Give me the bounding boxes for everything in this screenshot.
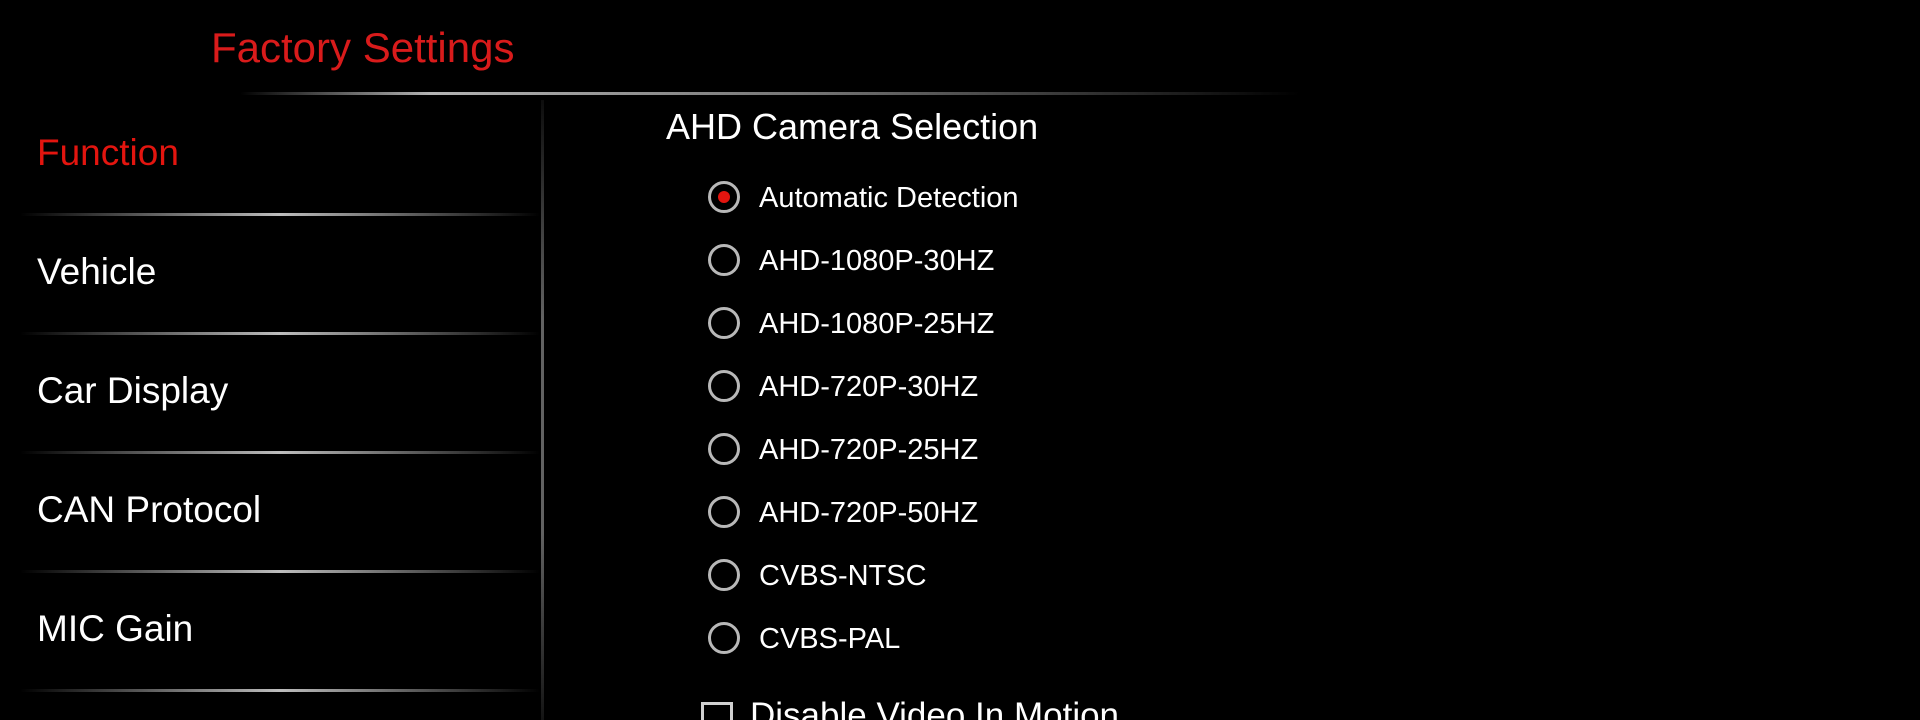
radio-option-ahd-1080p-30hz[interactable]: AHD-1080P-30HZ bbox=[706, 238, 1306, 290]
sidebar-vertical-divider bbox=[541, 100, 544, 720]
sidebar-item-mic-gain[interactable]: MIC Gain bbox=[0, 574, 540, 692]
sidebar-item-label: Function bbox=[37, 132, 179, 173]
sidebar-item-label: MIC Gain bbox=[37, 608, 194, 649]
sidebar-item-can-protocol[interactable]: CAN Protocol bbox=[0, 455, 540, 573]
radio-selected-icon[interactable] bbox=[708, 181, 740, 213]
radio-option-cvbs-pal[interactable]: CVBS-PAL bbox=[706, 616, 1306, 668]
radio-option-label: CVBS-PAL bbox=[759, 623, 901, 655]
page-title: Factory Settings bbox=[211, 24, 515, 71]
radio-option-label: AHD-1080P-25HZ bbox=[759, 308, 995, 340]
radio-option-label: AHD-720P-30HZ bbox=[759, 371, 979, 403]
radio-option-ahd-720p-50hz[interactable]: AHD-720P-50HZ bbox=[706, 490, 1306, 542]
radio-dot-icon bbox=[718, 191, 730, 203]
radio-unselected-icon[interactable] bbox=[708, 622, 740, 654]
radio-option-label: AHD-1080P-30HZ bbox=[759, 245, 995, 277]
radio-unselected-icon[interactable] bbox=[708, 307, 740, 339]
radio-option-automatic-detection[interactable]: Automatic Detection bbox=[706, 175, 1306, 227]
sidebar-item-car-display[interactable]: Car Display bbox=[0, 336, 540, 454]
radio-unselected-icon[interactable] bbox=[708, 244, 740, 276]
sidebar: Function Vehicle Car Display CAN Protoco… bbox=[0, 98, 545, 720]
radio-option-label: CVBS-NTSC bbox=[759, 560, 927, 592]
radio-unselected-icon[interactable] bbox=[708, 496, 740, 528]
sidebar-item-function[interactable]: Function bbox=[0, 98, 540, 216]
radio-option-label: Automatic Detection bbox=[759, 182, 1019, 214]
checkbox-unchecked-icon[interactable] bbox=[701, 702, 733, 720]
factory-settings-screen: Factory Settings Function Vehicle Car Di… bbox=[0, 0, 1920, 720]
radio-unselected-icon[interactable] bbox=[708, 433, 740, 465]
sidebar-separator bbox=[20, 451, 540, 454]
radio-option-ahd-720p-25hz[interactable]: AHD-720P-25HZ bbox=[706, 427, 1306, 479]
sidebar-separator bbox=[20, 689, 540, 692]
radio-unselected-icon[interactable] bbox=[708, 370, 740, 402]
radio-option-ahd-1080p-25hz[interactable]: AHD-1080P-25HZ bbox=[706, 301, 1306, 353]
sidebar-item-vehicle[interactable]: Vehicle bbox=[0, 217, 540, 335]
radio-option-cvbs-ntsc[interactable]: CVBS-NTSC bbox=[706, 553, 1306, 605]
checkbox-label: Disable Video In Motion bbox=[750, 696, 1120, 720]
sidebar-separator bbox=[20, 332, 540, 335]
radio-option-ahd-720p-30hz[interactable]: AHD-720P-30HZ bbox=[706, 364, 1306, 416]
sidebar-item-label: CAN Protocol bbox=[37, 489, 262, 530]
sidebar-item-label: Vehicle bbox=[37, 251, 157, 292]
sidebar-item-label: Car Display bbox=[37, 370, 229, 411]
disable-video-in-motion-checkbox[interactable]: Disable Video In Motion bbox=[699, 694, 1299, 720]
sidebar-separator bbox=[20, 570, 540, 573]
radio-option-label: AHD-720P-25HZ bbox=[759, 434, 979, 466]
sidebar-separator bbox=[20, 213, 540, 216]
section-title: AHD Camera Selection bbox=[666, 106, 1039, 147]
title-divider bbox=[240, 92, 1300, 95]
radio-unselected-icon[interactable] bbox=[708, 559, 740, 591]
radio-option-label: AHD-720P-50HZ bbox=[759, 497, 979, 529]
